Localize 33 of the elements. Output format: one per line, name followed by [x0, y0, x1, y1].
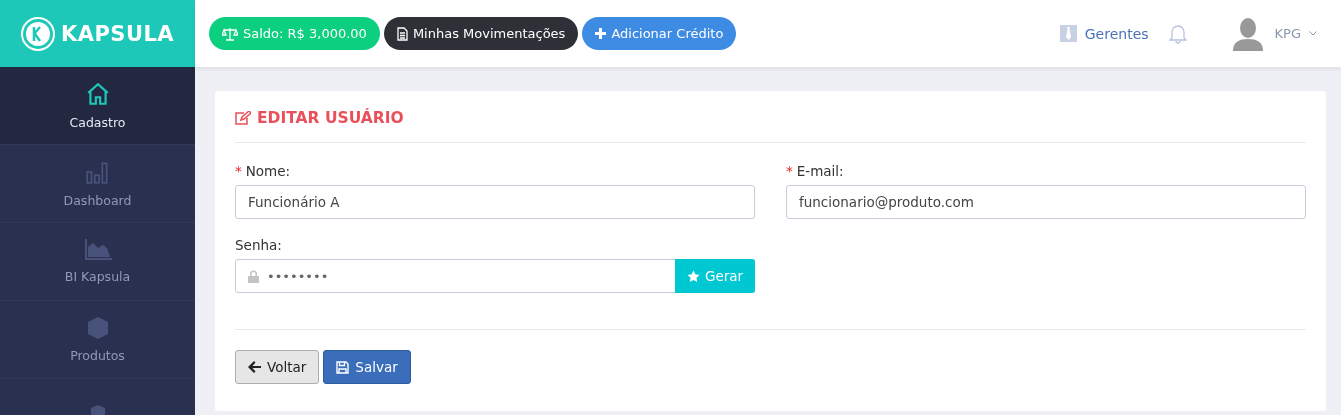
cube-icon — [85, 316, 110, 340]
statement-button[interactable]: Minhas Movimentações — [383, 17, 579, 50]
field-label: * Nome: — [235, 163, 292, 179]
chevron-down-icon[interactable] — [1309, 31, 1317, 36]
sidebar-item[interactable]: Dashboard — [0, 145, 195, 223]
logo-icon — [20, 16, 55, 51]
avatar-icon[interactable] — [1232, 16, 1263, 51]
sidebar-item[interactable]: Produtos — [0, 301, 195, 379]
lock-icon — [248, 269, 259, 283]
form-title: EDITAR USUÁRIO — [257, 109, 404, 127]
managers-link[interactable]: Gerentes — [1084, 25, 1149, 42]
plus-icon — [595, 28, 607, 39]
brand-name: KAPSULA — [60, 21, 175, 46]
user-name[interactable]: KPG — [1274, 26, 1301, 41]
field-label: Senha: — [235, 237, 283, 253]
back-button[interactable]: Voltar — [235, 350, 320, 384]
credit-button[interactable]: Adicionar Crédito — [582, 17, 737, 50]
document-icon — [396, 26, 408, 41]
text-field[interactable]: funcionario@produto.com — [786, 185, 1306, 219]
sidebar-item[interactable]: Cadastro — [0, 67, 195, 145]
edit-icon — [235, 111, 251, 125]
password-field[interactable]: •••••••• Gerar — [235, 259, 755, 293]
area-chart-icon — [83, 239, 112, 261]
scale-icon — [222, 26, 238, 41]
bell-icon[interactable] — [1168, 23, 1187, 44]
bar-chart-icon — [84, 159, 111, 185]
field-label: * E-mail: — [786, 163, 845, 179]
star-icon — [686, 269, 700, 283]
sidebar-item[interactable]: BI Kapsula — [0, 223, 195, 301]
save-button[interactable]: Salvar — [323, 350, 411, 384]
tie-icon — [1059, 25, 1077, 42]
text-field[interactable]: Funcionário A — [235, 185, 755, 219]
arrow-left-icon — [248, 361, 261, 373]
